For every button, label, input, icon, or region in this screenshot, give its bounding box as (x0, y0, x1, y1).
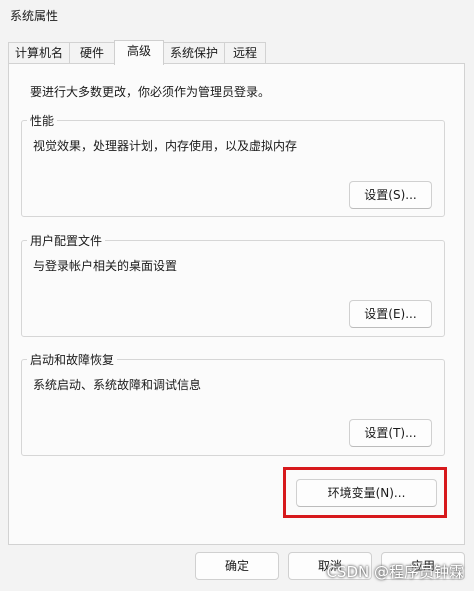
startup-recovery-settings-button[interactable]: 设置(T)... (349, 419, 432, 447)
window-title: 系统属性 (10, 9, 59, 23)
tab-system-protection[interactable]: 系统保护 (163, 42, 225, 64)
user-profiles-description: 与登录帐户相关的桌面设置 (33, 259, 178, 273)
system-properties-dialog: 系统属性 计算机名 硬件 高级 系统保护 远程 要进行大多数更改，你必须作为管理… (0, 0, 474, 591)
tab-hardware[interactable]: 硬件 (69, 42, 115, 64)
performance-settings-button[interactable]: 设置(S)... (349, 181, 432, 209)
user-profiles-group: 用户配置文件 与登录帐户相关的桌面设置 设置(E)... (21, 232, 445, 337)
ok-button[interactable]: 确定 (195, 552, 279, 580)
title-bar: 系统属性 (0, 0, 474, 32)
performance-group-title: 性能 (27, 112, 58, 129)
tab-advanced[interactable]: 高级 (114, 40, 164, 65)
startup-recovery-description: 系统启动、系统故障和调试信息 (33, 378, 202, 392)
tab-computer-name[interactable]: 计算机名 (8, 42, 70, 64)
startup-recovery-group: 启动和故障恢复 系统启动、系统故障和调试信息 设置(T)... (21, 351, 445, 456)
user-profiles-settings-button[interactable]: 设置(E)... (349, 300, 432, 328)
performance-group: 性能 视觉效果，处理器计划，内存使用，以及虚拟内存 设置(S)... (21, 112, 445, 217)
highlight-box (283, 467, 447, 518)
admin-notice: 要进行大多数更改，你必须作为管理员登录。 (30, 85, 271, 99)
tab-remote[interactable]: 远程 (224, 42, 266, 64)
user-profiles-group-title: 用户配置文件 (27, 232, 106, 249)
startup-recovery-group-title: 启动和故障恢复 (27, 351, 118, 368)
tab-strip: 计算机名 硬件 高级 系统保护 远程 (8, 40, 466, 65)
csdn-watermark: CSDN @程序员钟霖 (326, 563, 464, 581)
performance-description: 视觉效果，处理器计划，内存使用，以及虚拟内存 (33, 139, 298, 153)
